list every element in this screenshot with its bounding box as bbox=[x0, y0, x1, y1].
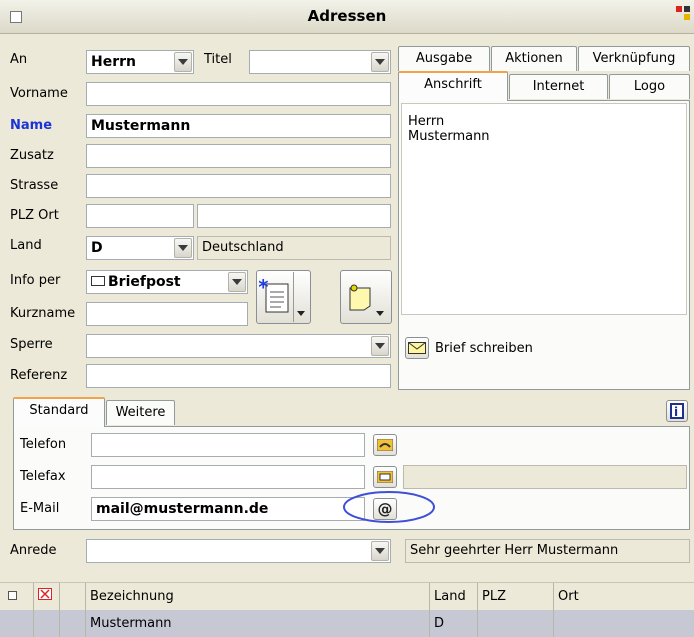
grid-spacer bbox=[60, 583, 86, 610]
plz-ort-label: PLZ Ort bbox=[10, 208, 59, 223]
tab-logo[interactable]: Logo bbox=[609, 74, 690, 99]
cell-ort bbox=[554, 610, 694, 637]
info-icon: i bbox=[670, 403, 684, 419]
grid-header: Bezeichnung Land PLZ Ort bbox=[0, 582, 694, 610]
strasse-label: Strasse bbox=[10, 178, 59, 193]
info-button[interactable]: i bbox=[666, 400, 688, 422]
ort-field[interactable] bbox=[197, 204, 391, 228]
tab-ausgabe[interactable]: Ausgabe bbox=[398, 46, 490, 71]
address-line: Mustermann bbox=[408, 129, 490, 144]
address-line: Herrn bbox=[408, 114, 445, 129]
fax-icon bbox=[377, 471, 393, 483]
email-field[interactable]: mail@mustermann.de bbox=[91, 497, 365, 521]
land-combo[interactable]: D bbox=[86, 236, 194, 260]
tab-standard[interactable]: Standard bbox=[13, 397, 105, 427]
phone-icon bbox=[377, 439, 393, 451]
cell-plz bbox=[478, 610, 554, 637]
telefax-label: Telefax bbox=[20, 469, 66, 484]
envelope-icon bbox=[91, 276, 105, 286]
zusatz-field[interactable] bbox=[86, 144, 391, 168]
new-document-button[interactable]: * bbox=[256, 270, 311, 324]
dial-phone-button[interactable] bbox=[373, 434, 397, 456]
note-icon bbox=[349, 284, 371, 311]
referenz-label: Referenz bbox=[10, 368, 68, 383]
chevron-down-icon[interactable] bbox=[174, 238, 192, 258]
chevron-down-icon[interactable] bbox=[371, 541, 389, 561]
col-header-ort[interactable]: Ort bbox=[554, 583, 694, 610]
kurzname-field[interactable] bbox=[86, 302, 248, 326]
anrede-label: Anrede bbox=[10, 543, 57, 558]
address-preview: Herrn Mustermann bbox=[401, 103, 687, 315]
tab-aktionen[interactable]: Aktionen bbox=[491, 46, 577, 71]
plz-field[interactable] bbox=[86, 204, 194, 228]
tab-weitere[interactable]: Weitere bbox=[106, 400, 175, 425]
select-column-header[interactable] bbox=[0, 583, 34, 610]
contact-panel: Telefon Telefax E-Mail mail@mustermann.d… bbox=[13, 426, 690, 530]
email-label: E-Mail bbox=[20, 501, 60, 516]
telefax-field[interactable] bbox=[91, 465, 365, 489]
tab-verknuepfung[interactable]: Verknüpfung bbox=[578, 46, 690, 71]
titel-combo[interactable] bbox=[249, 50, 391, 74]
highlight-circle bbox=[343, 491, 435, 523]
envelope-icon bbox=[405, 337, 429, 359]
anschrift-panel: Herrn Mustermann Brief schreiben bbox=[398, 100, 690, 390]
svg-text:i: i bbox=[674, 405, 678, 419]
brief-schreiben-button[interactable]: Brief schreiben bbox=[405, 337, 533, 359]
chevron-down-icon[interactable] bbox=[174, 52, 192, 72]
new-document-icon: * bbox=[259, 278, 288, 313]
dropdown-arrow-icon[interactable] bbox=[374, 272, 386, 322]
tab-anschrift[interactable]: Anschrift bbox=[398, 71, 508, 101]
note-button[interactable] bbox=[340, 270, 392, 324]
window-title: Adressen bbox=[307, 7, 387, 25]
title-bar: Adressen bbox=[0, 0, 694, 34]
telefax-readonly bbox=[403, 465, 687, 489]
anrede-select[interactable] bbox=[86, 539, 391, 563]
svg-text:*: * bbox=[259, 278, 269, 299]
strasse-field[interactable] bbox=[86, 174, 391, 198]
vorname-field[interactable] bbox=[86, 82, 391, 106]
kurzname-label: Kurzname bbox=[10, 306, 76, 321]
info-per-label: Info per bbox=[10, 273, 61, 288]
salutation-text: Sehr geehrter Herr Mustermann bbox=[405, 539, 690, 563]
anrede-combo[interactable]: Herrn bbox=[86, 50, 194, 74]
vorname-label: Vorname bbox=[10, 86, 68, 101]
telefon-label: Telefon bbox=[20, 437, 67, 452]
name-field[interactable]: Mustermann bbox=[86, 114, 391, 138]
chevron-down-icon[interactable] bbox=[228, 272, 246, 292]
cell-land: D bbox=[430, 610, 478, 637]
telefon-field[interactable] bbox=[91, 433, 365, 457]
table-row[interactable]: Mustermann D bbox=[0, 610, 694, 637]
titel-label: Titel bbox=[204, 52, 232, 67]
delete-column-header[interactable] bbox=[34, 583, 60, 610]
col-header-land[interactable]: Land bbox=[430, 583, 478, 610]
cell-bezeichnung: Mustermann bbox=[86, 610, 430, 637]
app-logo-icon bbox=[676, 6, 690, 20]
name-label: Name bbox=[10, 118, 53, 133]
sperre-label: Sperre bbox=[10, 337, 53, 352]
sperre-combo[interactable] bbox=[86, 334, 391, 358]
chevron-down-icon[interactable] bbox=[371, 336, 389, 356]
col-header-bezeichnung[interactable]: Bezeichnung bbox=[86, 583, 430, 610]
dropdown-arrow-icon[interactable] bbox=[292, 272, 309, 322]
referenz-field[interactable] bbox=[86, 364, 391, 388]
info-per-combo[interactable]: Briefpost bbox=[86, 270, 248, 294]
tab-internet[interactable]: Internet bbox=[509, 74, 608, 99]
checkbox-icon[interactable] bbox=[8, 591, 17, 600]
delete-x-icon bbox=[38, 588, 52, 600]
chevron-down-icon[interactable] bbox=[371, 52, 389, 72]
an-label: An bbox=[10, 52, 28, 67]
land-name: Deutschland bbox=[197, 236, 391, 260]
land-label: Land bbox=[10, 238, 42, 253]
zusatz-label: Zusatz bbox=[10, 148, 54, 163]
send-fax-button[interactable] bbox=[373, 466, 397, 488]
col-header-plz[interactable]: PLZ bbox=[478, 583, 554, 610]
